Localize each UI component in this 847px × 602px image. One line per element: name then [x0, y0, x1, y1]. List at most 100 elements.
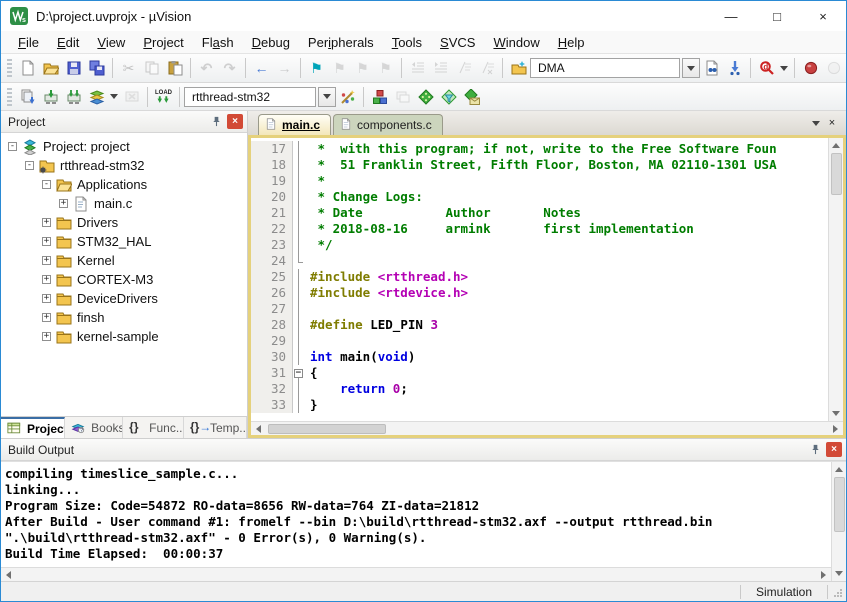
tree-item-stm32-hal[interactable]: +STM32_HAL: [1, 232, 247, 251]
code-line-22[interactable]: 22 * 2018-08-16 armink first implementat…: [251, 221, 828, 237]
expand-icon[interactable]: +: [42, 313, 51, 322]
bookmarks-magnifier-icon[interactable]: d: [755, 57, 778, 79]
find-in-files-icon[interactable]: [507, 57, 530, 79]
code-line-18[interactable]: 18 * 51 Franklin Street, Fifth Floor, Bo…: [251, 157, 828, 173]
menu-peripherals[interactable]: Peripherals: [299, 33, 383, 52]
undo-icon[interactable]: ↶: [195, 57, 218, 79]
pack-installer-icon[interactable]: [460, 86, 483, 108]
code-line-25[interactable]: 25#include <rtthread.h>: [251, 269, 828, 285]
menu-flash[interactable]: Flash: [193, 33, 243, 52]
scroll-down-icon[interactable]: [832, 566, 847, 581]
resize-grip[interactable]: [828, 582, 846, 601]
code-line-19[interactable]: 19 *: [251, 173, 828, 189]
pin-icon[interactable]: [208, 114, 224, 129]
menu-help[interactable]: Help: [549, 33, 594, 52]
menu-tools[interactable]: Tools: [383, 33, 431, 52]
incremental-find-icon[interactable]: [723, 57, 746, 79]
options-for-target-icon[interactable]: [336, 86, 359, 108]
find-box-dropdown[interactable]: [682, 58, 700, 78]
collapse-icon[interactable]: -: [25, 161, 34, 170]
rebuild-all-icon[interactable]: [62, 86, 85, 108]
tree-item-main-c[interactable]: +main.c: [1, 194, 247, 213]
manage-rte-icon[interactable]: [414, 86, 437, 108]
stop-build-icon[interactable]: [120, 86, 143, 108]
breakpoint-disable-icon[interactable]: [822, 57, 845, 79]
code-line-29[interactable]: 29: [251, 333, 828, 349]
expand-icon[interactable]: +: [42, 256, 51, 265]
bookmark-toggle-icon[interactable]: ⚑: [305, 57, 328, 79]
indent-right-icon[interactable]: [429, 57, 452, 79]
editor-horizontal-scrollbar[interactable]: [251, 421, 843, 435]
document-tab-components-c[interactable]: components.c: [333, 114, 443, 135]
menu-file[interactable]: File: [9, 33, 48, 52]
minimize-button[interactable]: —: [708, 1, 754, 31]
scroll-right-icon[interactable]: [828, 422, 843, 436]
batch-build-dropdown[interactable]: [108, 86, 120, 108]
editor-vertical-scrollbar[interactable]: [828, 138, 843, 421]
menu-window[interactable]: Window: [484, 33, 548, 52]
build-output-log[interactable]: compiling timeslice_sample.c...linking..…: [1, 462, 831, 567]
download-flash-icon[interactable]: LOAD: [152, 86, 175, 108]
scrollbar-thumb[interactable]: [834, 477, 845, 532]
open-file-icon[interactable]: [39, 57, 62, 79]
code-line-27[interactable]: 27: [251, 301, 828, 317]
code-line-21[interactable]: 21 * Date Author Notes: [251, 205, 828, 221]
scroll-up-icon[interactable]: [829, 138, 844, 153]
expand-icon[interactable]: +: [42, 218, 51, 227]
scroll-left-icon[interactable]: [1, 568, 16, 582]
indent-left-icon[interactable]: [406, 57, 429, 79]
code-line-26[interactable]: 26#include <rtdevice.h>: [251, 285, 828, 301]
scroll-right-icon[interactable]: [816, 568, 831, 582]
build-output-horizontal-scrollbar[interactable]: [1, 567, 831, 581]
code-line-28[interactable]: 28#define LED_PIN 3: [251, 317, 828, 333]
code-line-20[interactable]: 20 * Change Logs:: [251, 189, 828, 205]
batch-build-icon[interactable]: [85, 86, 108, 108]
menu-debug[interactable]: Debug: [243, 33, 299, 52]
expand-icon[interactable]: +: [42, 275, 51, 284]
collapse-icon[interactable]: -: [8, 142, 17, 151]
sidebar-tab-func[interactable]: {}Func...: [123, 417, 184, 438]
tree-item-devicedrivers[interactable]: +DeviceDrivers: [1, 289, 247, 308]
tree-item-project-project[interactable]: -Project: project: [1, 137, 247, 156]
manage-books-icon[interactable]: [391, 86, 414, 108]
breakpoint-kill-all-icon[interactable]: [845, 57, 846, 79]
tree-item-finsh[interactable]: +finsh: [1, 308, 247, 327]
sidebar-tab-books[interactable]: ?Books: [65, 417, 123, 438]
bookmark-previous-icon[interactable]: ⚑: [328, 57, 351, 79]
build-icon[interactable]: [39, 86, 62, 108]
code-line-30[interactable]: 30int main(void): [251, 349, 828, 365]
build-output-vertical-scrollbar[interactable]: [831, 462, 846, 581]
pin-icon[interactable]: [807, 442, 823, 457]
code-line-17[interactable]: 17 * with this program; if not, write to…: [251, 141, 828, 157]
code-line-33[interactable]: 33}: [251, 397, 828, 413]
tree-item-rtthread-stm32[interactable]: -rtthread-stm32: [1, 156, 247, 175]
expand-icon[interactable]: +: [42, 294, 51, 303]
document-tab-main-c[interactable]: main.c: [258, 114, 331, 135]
manage-project-items-icon[interactable]: [368, 86, 391, 108]
code-line-32[interactable]: 32 return 0;: [251, 381, 828, 397]
expand-icon[interactable]: +: [42, 332, 51, 341]
menu-view[interactable]: View: [88, 33, 134, 52]
select-software-packs-icon[interactable]: [437, 86, 460, 108]
target-box-dropdown[interactable]: [318, 87, 336, 107]
expand-icon[interactable]: +: [59, 199, 68, 208]
redo-icon[interactable]: ↷: [218, 57, 241, 79]
navigate-forward-icon[interactable]: →: [273, 57, 296, 79]
tree-item-kernel[interactable]: +Kernel: [1, 251, 247, 270]
save-icon[interactable]: [62, 57, 85, 79]
close-button[interactable]: ×: [800, 1, 846, 31]
close-document-icon[interactable]: ×: [824, 115, 840, 131]
scroll-up-icon[interactable]: [832, 462, 847, 477]
find-box[interactable]: DMA: [530, 58, 680, 78]
code-line-23[interactable]: 23 */: [251, 237, 828, 253]
close-icon[interactable]: ×: [826, 442, 842, 457]
comment-selection-icon[interactable]: [452, 57, 475, 79]
menu-edit[interactable]: Edit: [48, 33, 88, 52]
tree-item-cortex-m3[interactable]: +CORTEX-M3: [1, 270, 247, 289]
new-file-icon[interactable]: [16, 57, 39, 79]
paste-icon[interactable]: [163, 57, 186, 79]
code-editor[interactable]: 17 * with this program; if not, write to…: [251, 138, 828, 421]
tree-item-kernel-sample[interactable]: +kernel-sample: [1, 327, 247, 346]
translate-file-icon[interactable]: [16, 86, 39, 108]
scroll-down-icon[interactable]: [829, 406, 844, 421]
